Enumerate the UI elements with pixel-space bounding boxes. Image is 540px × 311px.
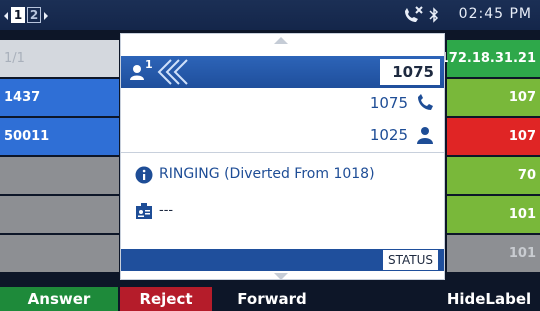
clock: 02:45 PM [458,6,532,22]
callee-number: 1025 [369,126,408,144]
header-number: 1075 [380,59,440,85]
blf-key-3[interactable]: 70 [447,157,540,195]
answer-button[interactable]: Answer [0,287,118,311]
line-key-empty-2[interactable] [0,196,119,234]
caller-number: 1075 [369,94,408,112]
person-icon [417,127,433,144]
page-next-icon[interactable] [44,12,48,20]
scroll-up-icon[interactable] [274,37,288,44]
missed-call-icon [405,6,423,22]
status-bar: 1 2 02:45 PM [0,0,540,30]
blf-key-5[interactable]: 101 [447,235,540,273]
status-button[interactable]: STATUS [382,250,438,270]
line-key-empty-1[interactable] [0,157,119,195]
blf-key-2[interactable]: 107 [447,118,540,156]
forward-button[interactable]: Forward [214,287,330,311]
account-page-indicator: 1/1 [0,40,119,78]
divider [121,152,444,153]
page-prev-icon[interactable] [4,12,8,20]
blf-key-4[interactable]: 101 [447,196,540,234]
line-key-empty-3[interactable] [0,235,119,273]
scroll-down-icon[interactable] [274,273,288,280]
hide-label-button[interactable]: HideLabel [438,287,540,311]
line-key-50011[interactable]: 50011 [0,118,119,156]
status-bar-strip: STATUS [121,249,444,271]
blf-key-1[interactable]: 107 [447,79,540,117]
contact-card-icon [136,203,152,219]
reject-button[interactable]: Reject [120,287,212,311]
ip-address-label: 172.18.31.21 [440,40,540,78]
incoming-arrow-icon [157,59,188,85]
info-icon [135,166,153,184]
page-1-indicator[interactable]: 1 [11,7,25,23]
bluetooth-icon [429,7,439,23]
call-status-message: RINGING (Diverted From 1018) [159,166,375,182]
incoming-call-popup: 1 1075 1075 1025 RINGING (Diverted From … [120,33,445,280]
phone-icon [418,94,433,110]
line-key-1437[interactable]: 1437 [0,79,119,117]
detail-value: --- [159,203,174,218]
page-2-indicator[interactable]: 2 [27,7,41,23]
call-header-bar: 1 1075 [121,56,444,88]
line-number: 1 [145,58,153,71]
